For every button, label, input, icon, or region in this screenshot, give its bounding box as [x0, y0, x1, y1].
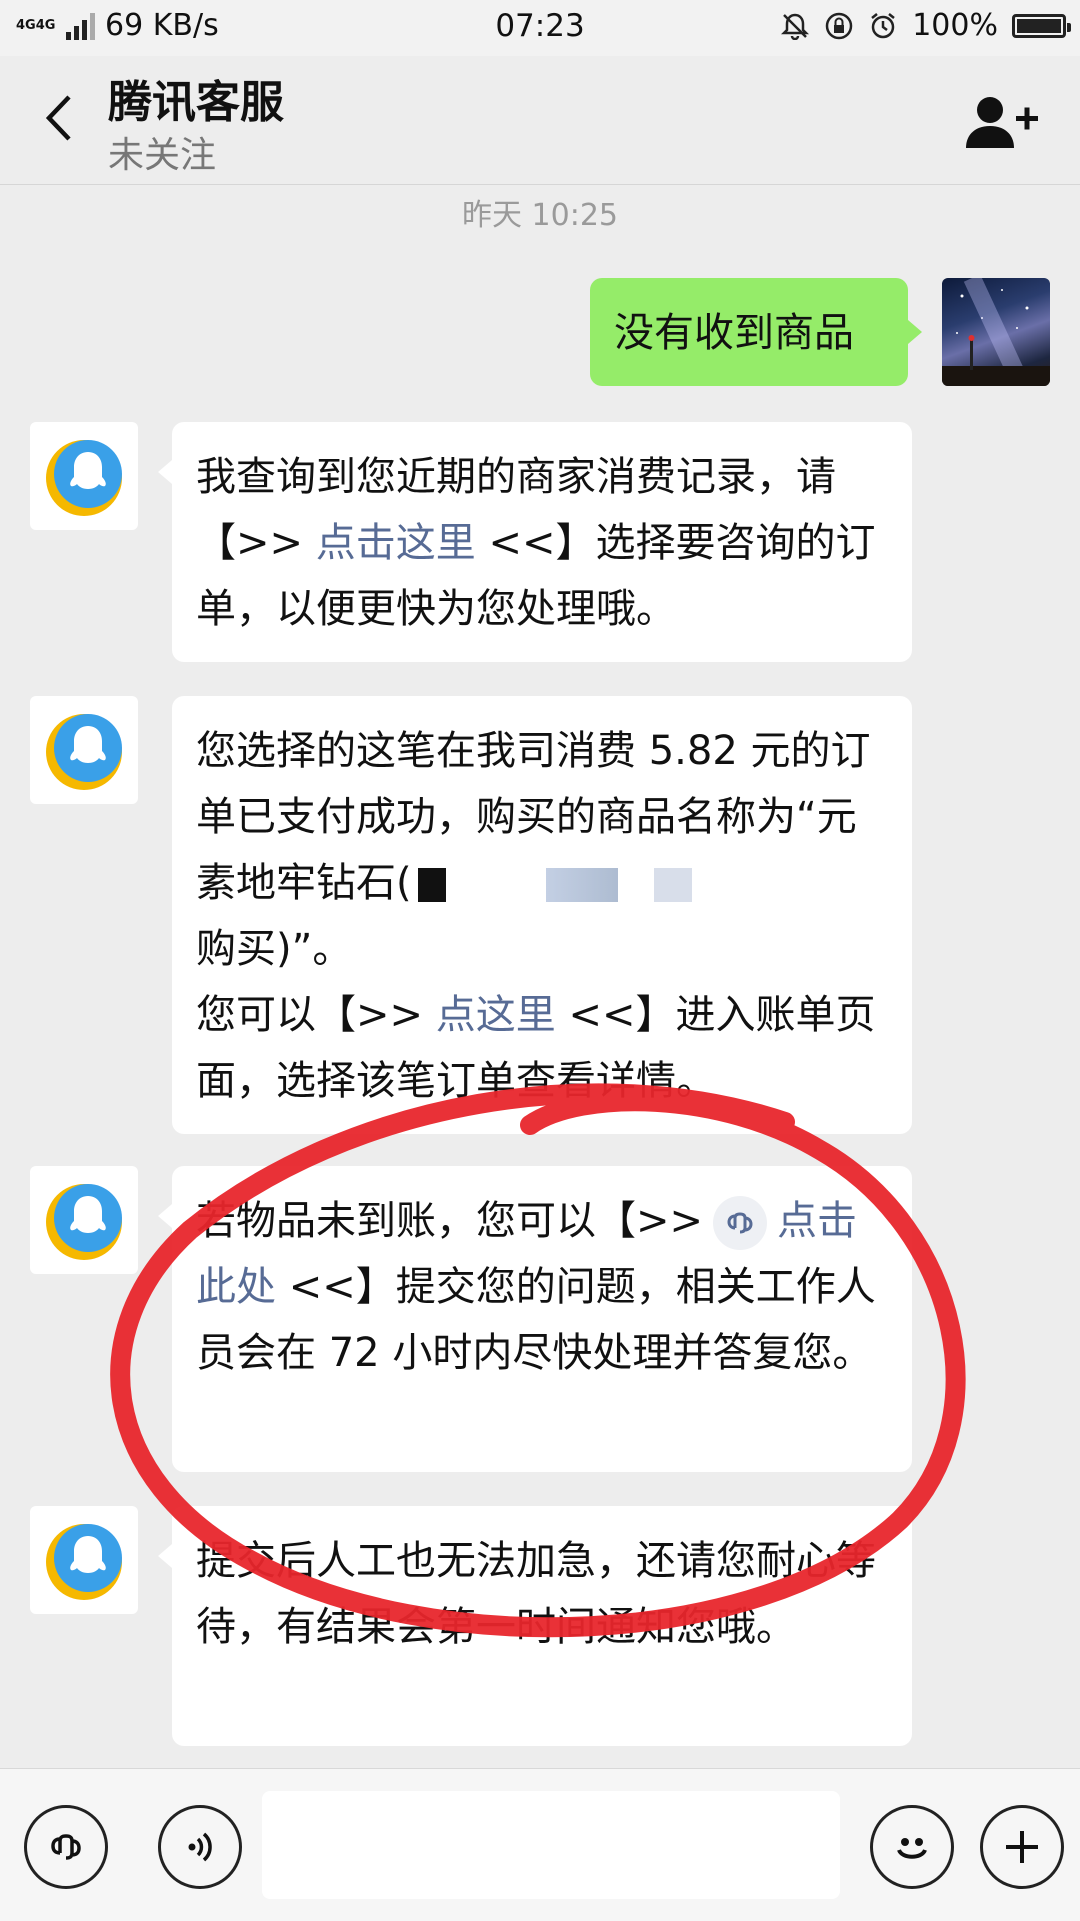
message-text: 若物品未到账，您可以【>>	[196, 1198, 704, 1244]
rotation-lock-icon	[824, 11, 854, 41]
mini-program-button[interactable]	[24, 1805, 108, 1889]
message-text: 购买)”。	[196, 926, 353, 972]
tencent-service-logo-icon	[46, 440, 122, 516]
redacted-block	[545, 868, 618, 902]
emoji-button[interactable]	[870, 1805, 954, 1889]
voice-icon	[188, 1832, 212, 1862]
plus-icon	[1006, 1831, 1038, 1863]
message-text: 提交后人工也无法加急，还请您耐心等待，有结果会第一时间通知您哦。	[196, 1538, 876, 1650]
alarm-icon	[868, 11, 898, 41]
voice-button[interactable]	[158, 1805, 242, 1889]
tencent-service-logo-icon	[46, 1184, 122, 1260]
input-bar	[0, 1768, 1080, 1921]
battery-percent: 100%	[912, 8, 998, 43]
kefu-avatar[interactable]	[30, 422, 138, 530]
battery-icon	[1012, 13, 1071, 38]
redacted-block	[417, 868, 446, 902]
chat-title: 腾讯客服	[108, 77, 284, 128]
user-avatar[interactable]	[942, 278, 1050, 386]
message-text: <<】提交您的问题，相关工作人员会在 72 小时内尽快处理并答复您。	[196, 1264, 876, 1376]
user-message-bubble[interactable]: 没有收到商品	[590, 278, 922, 386]
message-text: 您可以【>>	[196, 992, 436, 1038]
kefu-avatar[interactable]	[30, 1166, 138, 1274]
add-user-button[interactable]	[964, 94, 1040, 150]
chevron-left-icon	[45, 95, 71, 141]
chat-header: 腾讯客服 未关注	[0, 56, 1080, 185]
mini-program-icon	[713, 1196, 768, 1250]
kefu-avatar[interactable]	[30, 696, 138, 804]
status-right: 100%	[780, 8, 1071, 43]
mini-program-icon	[51, 1834, 81, 1860]
user-message-text: 没有收到商品	[614, 310, 854, 356]
starry-sky-image	[942, 278, 1050, 386]
message-text: 您选择的这笔在我司消费 5.82 元的订单已支付成功，购买的商品名称为“元素地牢…	[196, 728, 871, 906]
add-user-icon	[966, 97, 1038, 148]
service-message-3: 若物品未到账，您可以【>> 点击此处 <<】提交您的问题，相关工作人员会在 72…	[158, 1166, 912, 1472]
status-bar: 4G4G 69 KB/s 07:23 100%	[0, 0, 1080, 56]
follow-status: 未关注	[108, 135, 217, 176]
smiley-icon	[897, 1838, 927, 1859]
redacted-block	[653, 868, 692, 902]
order-select-link[interactable]: 点击这里	[316, 520, 476, 566]
service-message-4: 提交后人工也无法加急，还请您耐心等待，有结果会第一时间通知您哦。	[158, 1506, 912, 1746]
kefu-avatar[interactable]	[30, 1506, 138, 1614]
message-timestamp: 昨天 10:25	[462, 198, 618, 233]
message-input[interactable]	[262, 1791, 840, 1899]
service-message-1: 我查询到您近期的商家消费记录，请【>> 点击这里 <<】选择要咨询的订单，以便更…	[158, 422, 912, 662]
service-message-2: 您选择的这笔在我司消费 5.82 元的订单已支付成功，购买的商品名称为“元素地牢…	[172, 696, 912, 1134]
bill-page-link[interactable]: 点这里	[436, 992, 556, 1038]
more-button[interactable]	[980, 1805, 1064, 1889]
mute-bell-icon	[780, 11, 810, 41]
back-button[interactable]	[28, 88, 88, 148]
tencent-service-logo-icon	[46, 1524, 122, 1600]
tencent-service-logo-icon	[46, 714, 122, 790]
